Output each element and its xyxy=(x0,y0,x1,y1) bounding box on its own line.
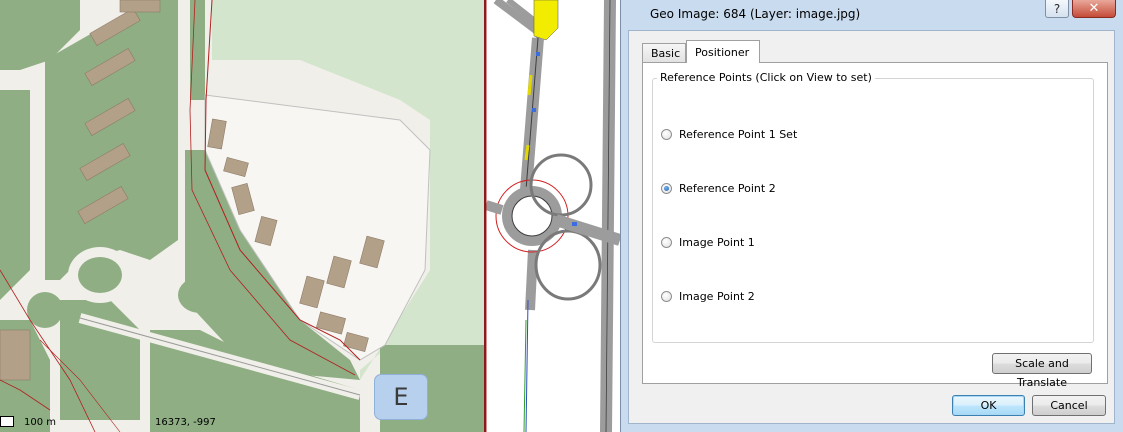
image-view[interactable] xyxy=(486,0,620,432)
coordinates-readout: 16373, -997 xyxy=(155,417,216,428)
tab-positioner[interactable]: Positioner xyxy=(686,40,760,63)
radio-label: Reference Point 1 Set xyxy=(679,128,798,141)
map-canvas[interactable] xyxy=(0,0,484,432)
tab-basic[interactable]: Basic xyxy=(642,43,686,62)
radio-button-checked-icon[interactable] xyxy=(661,183,672,194)
reference-points-group xyxy=(652,78,1094,343)
radio-button-icon[interactable] xyxy=(661,129,672,140)
help-button[interactable]: ? xyxy=(1045,0,1069,18)
radio-image-point-2[interactable]: Image Point 2 xyxy=(661,290,755,303)
reference-points-group-title: Reference Points (Click on View to set) xyxy=(657,71,875,84)
radio-button-icon[interactable] xyxy=(661,291,672,302)
close-button[interactable]: ✕ xyxy=(1072,0,1116,18)
radio-label: Image Point 2 xyxy=(679,290,755,303)
radio-reference-point-2[interactable]: Reference Point 2 xyxy=(661,182,776,195)
radio-button-icon[interactable] xyxy=(661,237,672,248)
cancel-button[interactable]: Cancel xyxy=(1032,395,1106,416)
radio-reference-point-1[interactable]: Reference Point 1 Set xyxy=(661,128,797,141)
scale-label: 100 m xyxy=(24,417,57,428)
ok-button[interactable]: OK xyxy=(952,395,1025,416)
map-marker-e[interactable]: E xyxy=(374,374,428,420)
scale-and-translate-button[interactable]: Scale and Translate xyxy=(992,353,1092,389)
dialog-title: Geo Image: 684 (Layer: image.jpg) xyxy=(650,7,861,21)
radio-label: Image Point 1 xyxy=(679,236,755,249)
image-canvas[interactable] xyxy=(486,0,620,432)
radio-label: Reference Point 2 xyxy=(679,182,776,195)
scale-bar xyxy=(0,416,14,427)
map-view[interactable]: 100 m 16373, -997 E xyxy=(0,0,484,432)
radio-image-point-1[interactable]: Image Point 1 xyxy=(661,236,755,249)
